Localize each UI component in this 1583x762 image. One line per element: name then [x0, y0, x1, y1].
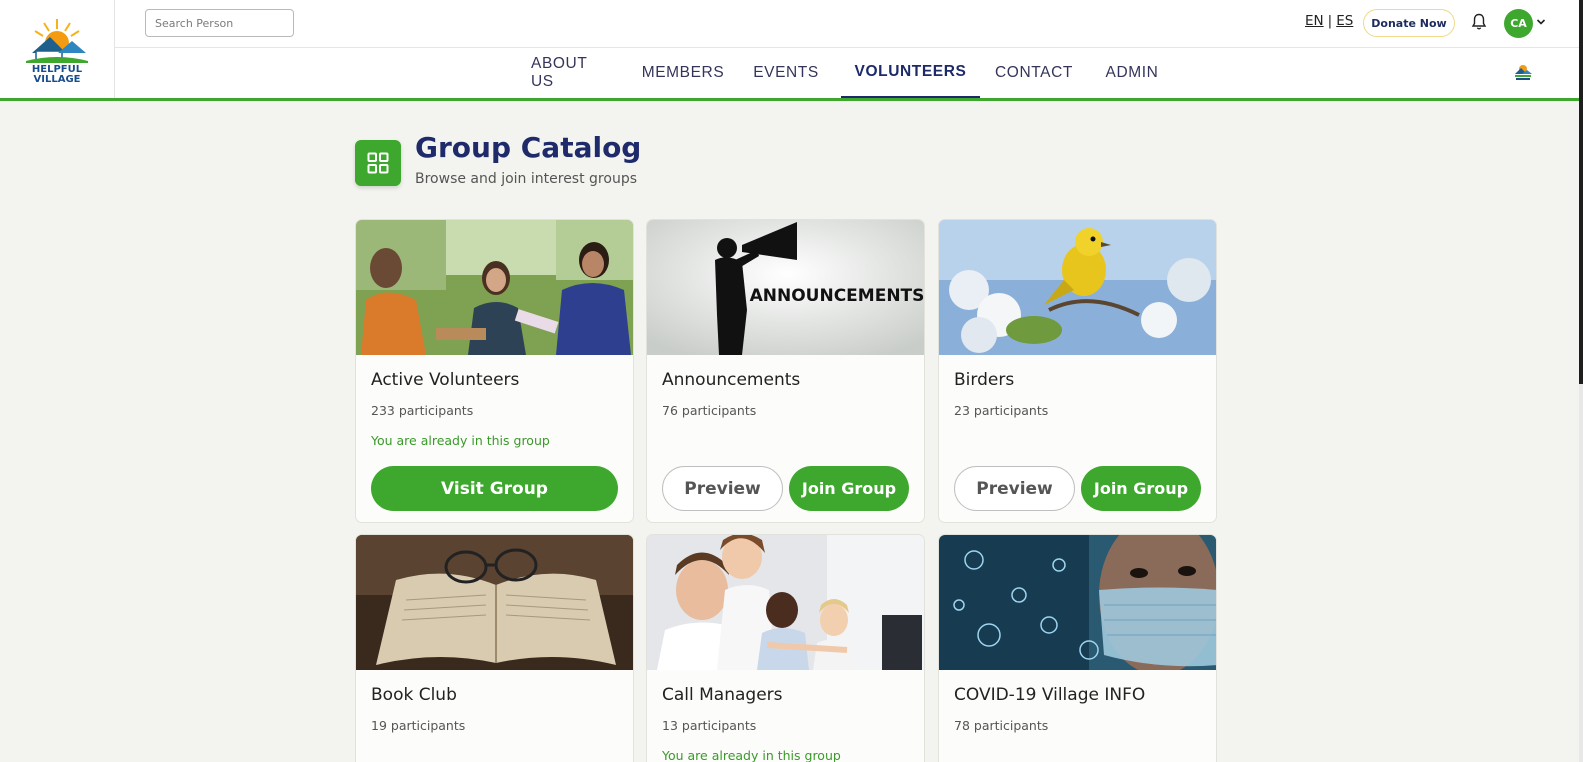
- group-name: Book Club: [371, 685, 457, 705]
- group-image-birders: [939, 220, 1216, 355]
- group-name: Birders: [954, 370, 1015, 390]
- page-scrollbar-thumb[interactable]: [1579, 0, 1583, 384]
- participant-count: 19 participants: [371, 718, 466, 733]
- group-name: Announcements: [662, 370, 801, 390]
- search-person-input[interactable]: [145, 9, 294, 37]
- group-image-covid-info: [939, 535, 1216, 670]
- group-name: COVID-19 Village INFO: [954, 685, 1146, 705]
- group-card-active-volunteers: Active Volunteers 233 participants You a…: [355, 219, 634, 523]
- nav-admin[interactable]: ADMIN: [1105, 48, 1159, 98]
- group-card-call-managers: Call Managers 13 participants You are al…: [646, 534, 925, 762]
- group-image-call-managers: [647, 535, 924, 670]
- nav-members[interactable]: MEMBERS: [642, 48, 724, 98]
- group-card-book-club: Book Club 19 participants: [355, 534, 634, 762]
- participant-count: 23 participants: [954, 403, 1049, 418]
- chevron-down-icon[interactable]: [1536, 17, 1546, 27]
- membership-status: You are already in this group: [371, 433, 550, 448]
- group-card-birders: Birders 23 participants Preview Join Gro…: [938, 219, 1217, 523]
- group-card-covid-info: COVID-19 Village INFO 78 participants: [938, 534, 1217, 762]
- language-switcher: EN | ES: [1305, 13, 1353, 29]
- group-name: Call Managers: [662, 685, 783, 705]
- user-avatar[interactable]: CA: [1504, 9, 1533, 38]
- svg-text:VILLAGE: VILLAGE: [34, 74, 81, 83]
- page-subtitle: Browse and join interest groups: [415, 171, 637, 187]
- main-navigation: ABOUT US MEMBERS EVENTS VOLUNTEERS CONTA…: [115, 48, 1583, 98]
- lang-separator: |: [1327, 13, 1333, 29]
- group-name: Active Volunteers: [371, 370, 520, 390]
- logo-graphic: HELPFUL VILLAGE: [26, 19, 88, 83]
- grid-icon: [355, 140, 401, 186]
- donate-now-button[interactable]: Donate Now: [1363, 9, 1455, 37]
- nav-events[interactable]: EVENTS: [753, 48, 818, 98]
- nav-about-us[interactable]: ABOUT US: [531, 48, 613, 98]
- participant-count: 233 participants: [371, 403, 474, 418]
- nav-contact[interactable]: CONTACT: [995, 48, 1072, 98]
- lang-es-link[interactable]: ES: [1336, 13, 1353, 29]
- visit-group-button[interactable]: Visit Group: [371, 466, 618, 511]
- preview-button[interactable]: Preview: [954, 466, 1075, 511]
- svg-text:ANNOUNCEMENTS: ANNOUNCEMENTS: [750, 286, 924, 306]
- helpful-village-logo[interactable]: HELPFUL VILLAGE: [0, 0, 115, 100]
- page-title: Group Catalog: [415, 131, 642, 164]
- preview-button[interactable]: Preview: [662, 466, 783, 511]
- group-image-active-volunteers: [356, 220, 633, 355]
- nav-volunteers[interactable]: VOLUNTEERS: [841, 48, 980, 98]
- lang-en-link[interactable]: EN: [1305, 13, 1324, 29]
- participant-count: 13 participants: [662, 718, 757, 733]
- group-image-book-club: [356, 535, 633, 670]
- participant-count: 78 participants: [954, 718, 1049, 733]
- membership-status: You are already in this group: [662, 748, 841, 762]
- join-group-button[interactable]: Join Group: [789, 466, 909, 511]
- join-group-button[interactable]: Join Group: [1081, 466, 1201, 511]
- participant-count: 76 participants: [662, 403, 757, 418]
- header-accent-line: [0, 98, 1579, 101]
- top-bar: EN | ES Donate Now CA: [115, 0, 1583, 48]
- group-card-announcements: ANNOUNCEMENTS Announcements 76 participa…: [646, 219, 925, 523]
- group-image-announcements: ANNOUNCEMENTS: [647, 220, 924, 355]
- mini-logo-icon[interactable]: [1512, 61, 1534, 83]
- bell-icon[interactable]: [1471, 13, 1487, 31]
